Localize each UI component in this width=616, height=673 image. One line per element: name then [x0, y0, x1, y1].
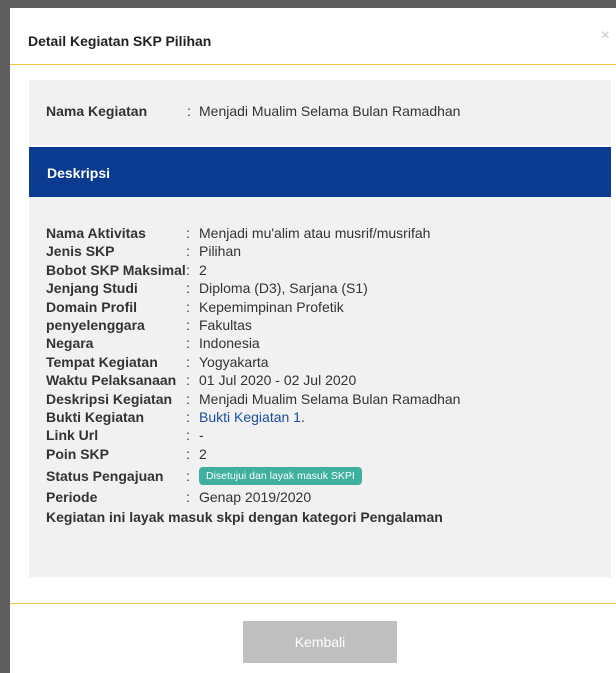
detail-label: Bobot SKP Maksimal	[46, 261, 186, 278]
detail-label: Jenjang Studi	[46, 280, 138, 297]
summary-panel: Nama Kegiatan : Menjadi Mualim Selama Bu…	[29, 80, 611, 145]
detail-separator: :	[186, 467, 190, 484]
detail-row-negara: Negara : Indonesia	[46, 334, 460, 352]
detail-label: Domain Profil	[46, 298, 138, 315]
detail-separator: :	[186, 335, 190, 352]
detail-label: Tempat Kegiatan	[46, 353, 158, 370]
detail-label: Nama Aktivitas	[46, 225, 146, 241]
detail-row-nama-aktivitas: Nama Aktivitas : Menjadi mu'alim atau mu…	[46, 224, 460, 242]
detail-row-deskripsi-kegiatan: Deskripsi Kegiatan : Menjadi Mualim Sela…	[46, 390, 460, 408]
summary-row: Nama Kegiatan : Menjadi Mualim Selama Bu…	[46, 103, 460, 119]
section-title: Deskripsi	[47, 165, 111, 181]
detail-row-tempat-kegiatan: Tempat Kegiatan : Yogyakarta	[46, 353, 460, 371]
detail-value: -	[199, 427, 204, 444]
detail-label: Status Pengajuan	[46, 467, 164, 484]
detail-row-poin-skp: Poin SKP : 2	[46, 445, 460, 463]
back-button[interactable]: Kembali	[243, 621, 397, 663]
detail-row-jenis-skp: Jenis SKP : Pilihan	[46, 242, 460, 260]
detail-value: Yogyakarta	[199, 353, 269, 370]
detail-separator: :	[186, 489, 190, 506]
modal-header: Detail Kegiatan SKP Pilihan ×	[10, 8, 616, 65]
section-header: Deskripsi	[29, 147, 611, 197]
footer-divider	[10, 603, 616, 604]
detail-value: 2	[199, 261, 207, 278]
close-icon[interactable]: ×	[601, 28, 610, 44]
detail-separator: :	[186, 261, 190, 278]
detail-value: Genap 2019/2020	[199, 489, 312, 506]
detail-row-bukti-kegiatan: Bukti Kegiatan : Bukti Kegiatan 1 .	[46, 408, 460, 426]
detail-separator: :	[186, 408, 190, 425]
detail-value: Diploma (D3), Sarjana (S1)	[199, 280, 368, 297]
detail-separator: :	[186, 298, 190, 315]
detail-separator: :	[186, 372, 190, 389]
detail-label: Deskripsi Kegiatan	[46, 390, 173, 407]
bukti-kegiatan-link[interactable]: Bukti Kegiatan 1	[199, 408, 301, 426]
detail-separator: :	[186, 390, 190, 407]
detail-separator: :	[186, 445, 190, 462]
status-badge: Disetujui dan layak masuk SKPI	[199, 466, 362, 485]
detail-separator: :	[186, 225, 190, 241]
detail-value: Indonesia	[199, 335, 260, 352]
detail-separator: :	[186, 280, 190, 297]
detail-row-waktu-pelaksanaan: Waktu Pelaksanaan : 01 Jul 2020 - 02 Jul…	[46, 371, 460, 389]
detail-separator: :	[186, 316, 190, 333]
detail-row-periode: Periode : Genap 2019/2020	[46, 488, 460, 506]
summary-value: Menjadi Mualim Selama Bulan Ramadhan	[199, 103, 461, 119]
detail-separator: :	[186, 353, 190, 370]
detail-label: Negara	[46, 335, 94, 352]
detail-label: Bukti Kegiatan	[46, 408, 145, 425]
detail-row-domain-profil: Domain Profil : Kepemimpinan Profetik	[46, 298, 460, 316]
detail-value: 01 Jul 2020 - 02 Jul 2020	[199, 372, 357, 389]
detail-separator: :	[186, 243, 190, 260]
detail-row-link-url: Link Url : -	[46, 426, 460, 444]
detail-panel: Nama Aktivitas : Menjadi mu'alim atau mu…	[29, 197, 611, 577]
detail-row-status-pengajuan: Status Pengajuan : Disetujui dan layak m…	[46, 463, 460, 488]
detail-separator: :	[186, 427, 190, 444]
skpi-category-note: Kegiatan ini layak masuk skpi dengan kat…	[46, 509, 443, 526]
detail-label: Periode	[46, 489, 98, 506]
detail-row-penyelenggara: penyelenggara : Fakultas	[46, 316, 460, 334]
summary-separator: :	[187, 103, 191, 119]
detail-row-bobot-skp: Bobot SKP Maksimal : 2	[46, 261, 460, 279]
detail-list: Nama Aktivitas : Menjadi mu'alim atau mu…	[46, 224, 460, 526]
backdrop-top-edge	[0, 0, 616, 8]
detail-label: Link Url	[46, 427, 99, 444]
detail-label: Waktu Pelaksanaan	[46, 372, 177, 389]
detail-label: penyelenggara	[46, 316, 145, 333]
modal-dialog: Detail Kegiatan SKP Pilihan × Nama Kegia…	[10, 8, 616, 673]
modal-title: Detail Kegiatan SKP Pilihan	[28, 33, 212, 49]
detail-value: Fakultas	[199, 316, 252, 333]
detail-label: Jenis SKP	[46, 243, 115, 260]
detail-value: Kepemimpinan Profetik	[199, 298, 344, 315]
detail-label: Poin SKP	[46, 445, 110, 462]
detail-value: 2	[199, 445, 207, 462]
bukti-kegiatan-suffix: .	[300, 408, 305, 425]
detail-value: Menjadi mu'alim atau musrif/musrifah	[199, 225, 431, 241]
backdrop-left-edge	[0, 0, 10, 673]
detail-value: Menjadi Mualim Selama Bulan Ramadhan	[199, 390, 461, 407]
summary-label: Nama Kegiatan	[46, 103, 148, 119]
detail-value: Pilihan	[199, 243, 242, 260]
detail-row-jenjang-studi: Jenjang Studi : Diploma (D3), Sarjana (S…	[46, 279, 460, 297]
